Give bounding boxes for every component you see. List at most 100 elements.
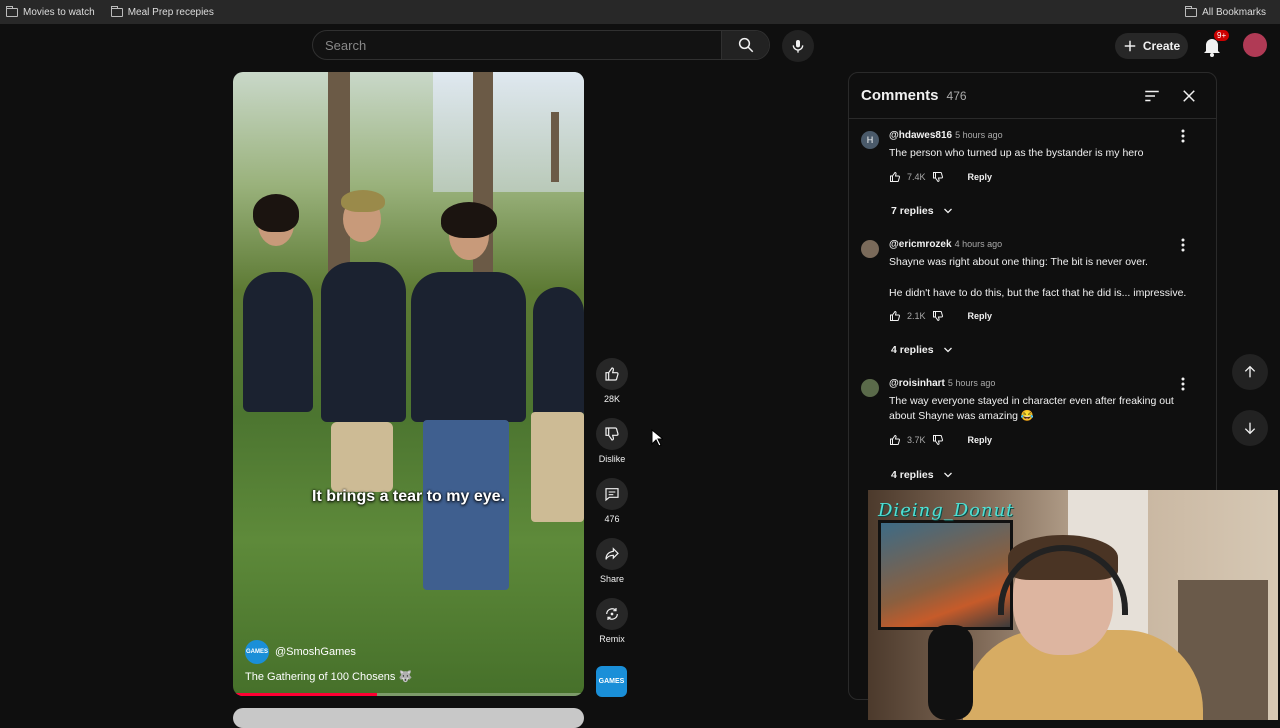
comment-author[interactable]: @roisinhart 5 hours ago: [889, 378, 995, 389]
thumbs-up-icon[interactable]: [889, 434, 901, 446]
reply-button[interactable]: Reply: [968, 435, 993, 445]
comment-username[interactable]: @hdawes816: [889, 130, 952, 141]
video-person: [243, 272, 313, 412]
video-person: [321, 262, 406, 422]
comment-avatar[interactable]: [861, 240, 879, 258]
all-bookmarks[interactable]: All Bookmarks: [1185, 0, 1266, 24]
replies-label: 4 replies: [891, 469, 934, 481]
comment-time: 5 hours ago: [947, 378, 996, 388]
video-caption: It brings a tear to my eye.: [312, 488, 505, 505]
like-count: 28K: [603, 394, 620, 404]
search-button[interactable]: [721, 31, 769, 59]
folder-icon: [6, 5, 18, 17]
more-options-icon[interactable]: [1181, 238, 1185, 252]
mouse-cursor-icon: [651, 429, 663, 447]
folder-icon: [110, 5, 123, 17]
video-person-hair: [341, 190, 385, 212]
comment-actions: 3.7K Reply: [889, 434, 992, 446]
streamer-watermark: Dieing_Donut: [878, 500, 1015, 521]
remix-icon: [606, 608, 618, 620]
channel-name[interactable]: @SmoshGames: [275, 646, 356, 658]
short-video-player[interactable]: It brings a tear to my eye. GAMES @Smosh…: [233, 72, 584, 696]
dislike-button[interactable]: Dislike: [592, 418, 632, 464]
chevron-down-icon: [943, 472, 952, 478]
view-replies-button[interactable]: 4 replies: [891, 344, 954, 356]
dislike-label: Dislike: [598, 454, 626, 464]
account-avatar[interactable]: [1243, 33, 1267, 57]
thumbs-down-icon[interactable]: [932, 310, 944, 322]
next-video-preview[interactable]: [233, 708, 584, 728]
search-input[interactable]: [313, 31, 721, 59]
bookmark-movies[interactable]: Movies to watch: [6, 5, 95, 18]
bookmarks-bar: Movies to watch Meal Prep recepies All B…: [0, 0, 1280, 24]
sound-thumbnail[interactable]: GAMES: [596, 666, 627, 697]
video-person-hair: [253, 194, 299, 232]
comments-title: Comments: [861, 87, 939, 104]
comment-username[interactable]: @roisinhart: [889, 378, 945, 389]
previous-video-button[interactable]: [1232, 354, 1268, 390]
chevron-down-icon: [943, 208, 952, 214]
webcam-overlay: Dieing_Donut: [868, 490, 1278, 720]
channel-logo[interactable]: GAMES: [245, 640, 269, 664]
comments-count: 476: [604, 514, 620, 524]
thumbs-down-icon[interactable]: [932, 434, 944, 446]
next-video-button[interactable]: [1232, 410, 1268, 446]
arrow-down-icon: [1244, 422, 1256, 435]
channel-info[interactable]: GAMES @SmoshGames: [245, 640, 356, 664]
comment-username[interactable]: @ericmrozek: [889, 239, 952, 250]
video-progress-bar[interactable]: [233, 693, 584, 696]
comment-text: Shayne was right about one thing: The bi…: [889, 256, 1148, 268]
more-options-icon[interactable]: [1181, 129, 1185, 143]
voice-search-button[interactable]: [782, 30, 814, 62]
video-person-shorts: [331, 422, 393, 492]
create-button[interactable]: Create: [1115, 33, 1188, 59]
reply-button[interactable]: Reply: [968, 172, 993, 182]
remix-circle[interactable]: [596, 598, 628, 630]
plus-icon: [1124, 40, 1136, 52]
comments-circle[interactable]: [596, 478, 628, 510]
video-person-hair: [441, 202, 497, 238]
like-button[interactable]: 28K: [592, 358, 632, 404]
video-progress-fill: [233, 693, 377, 696]
webcam-background-monitor: [878, 520, 1013, 630]
notification-badge: 9+: [1214, 30, 1230, 41]
comments-button[interactable]: 476: [592, 478, 632, 524]
video-person: [411, 272, 526, 422]
video-sky: [433, 72, 584, 192]
replies-label: 4 replies: [891, 344, 934, 356]
chevron-down-icon: [943, 347, 952, 353]
share-label: Share: [599, 574, 625, 584]
video-title: The Gathering of 100 Chosens 🐺: [245, 671, 413, 683]
thumbs-up-icon: [605, 367, 619, 381]
share-circle[interactable]: [596, 538, 628, 570]
reply-button[interactable]: Reply: [968, 311, 993, 321]
thumbs-up-icon[interactable]: [889, 171, 901, 183]
thumbs-up-icon[interactable]: [889, 310, 901, 322]
comment-actions: 2.1K Reply: [889, 310, 992, 322]
comment-time: 5 hours ago: [955, 130, 1003, 140]
share-icon: [605, 547, 619, 560]
top-bar: Create 9+: [0, 24, 1280, 68]
comment-avatar[interactable]: [861, 379, 879, 397]
video-person: [533, 287, 584, 417]
share-button[interactable]: Share: [592, 538, 632, 584]
comment-avatar[interactable]: H: [861, 131, 879, 149]
bookmark-label: Movies to watch: [23, 6, 95, 18]
view-replies-button[interactable]: 4 replies: [891, 469, 954, 481]
sort-icon[interactable]: [1143, 87, 1161, 105]
comment-text: The way everyone stayed in character eve…: [889, 395, 1174, 422]
remix-button[interactable]: Remix: [592, 598, 632, 644]
replies-label: 7 replies: [891, 205, 934, 217]
comment-icon: [605, 488, 619, 502]
comment-author[interactable]: @ericmrozek 4 hours ago: [889, 239, 1002, 250]
dislike-circle[interactable]: [596, 418, 628, 450]
comment-like-count: 3.7K: [907, 435, 926, 445]
thumbs-down-icon[interactable]: [932, 171, 944, 183]
view-replies-button[interactable]: 7 replies: [891, 205, 954, 217]
close-icon[interactable]: [1180, 87, 1198, 105]
bookmark-meal-prep[interactable]: Meal Prep recepies: [110, 5, 214, 18]
comment-author[interactable]: @hdawes816 5 hours ago: [889, 130, 1003, 141]
video-tree-trunk: [473, 72, 493, 302]
like-circle[interactable]: [596, 358, 628, 390]
more-options-icon[interactable]: [1181, 377, 1185, 391]
